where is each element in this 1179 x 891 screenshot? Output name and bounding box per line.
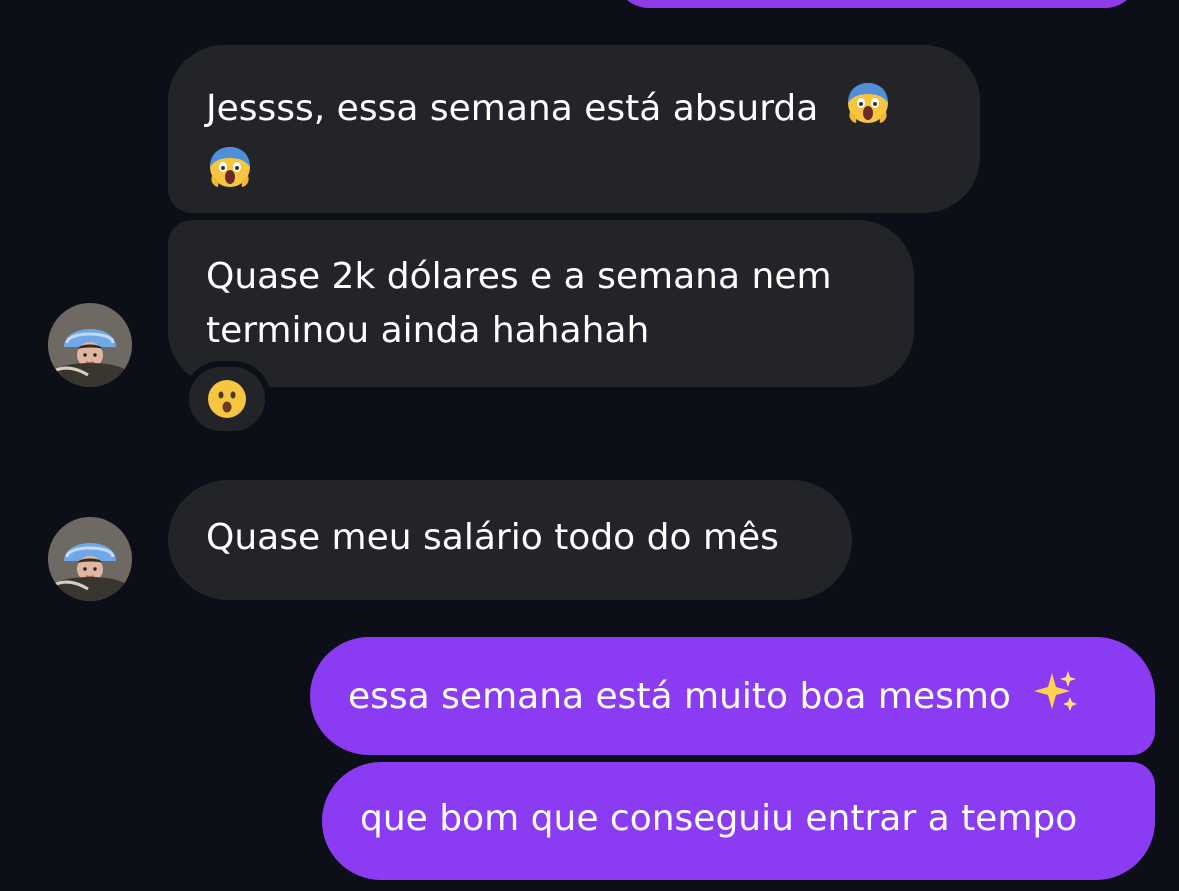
avatar-image-icon: [48, 517, 132, 601]
incoming-message-bubble[interactable]: Quase meu salário todo do mês: [168, 480, 852, 600]
message-emoji-line: [206, 143, 942, 207]
message-text: que bom que conseguiu entrar a tempo: [360, 798, 1078, 839]
incoming-message-bubble[interactable]: Jessss, essa semana está absurda: [168, 45, 980, 213]
scream-emoji-icon: [844, 79, 892, 143]
outgoing-message-bubble[interactable]: que bom que conseguiu entrar a tempo: [322, 762, 1155, 880]
avatar-image-icon: [48, 303, 132, 387]
outgoing-message-bubble-partial[interactable]: [615, 0, 1139, 8]
outgoing-message-bubble[interactable]: essa semana está muito boa mesmo: [310, 637, 1155, 755]
message-text-line: terminou ainda hahahah: [206, 310, 650, 351]
contact-avatar[interactable]: [48, 517, 132, 601]
contact-avatar[interactable]: [48, 303, 132, 387]
message-text: essa semana está muito boa mesmo: [348, 676, 1011, 717]
message-text-line: Quase 2k dólares e a semana nem: [206, 256, 832, 297]
message-text: Jessss, essa semana está absurda: [206, 88, 819, 129]
astonished-face-emoji-icon: [208, 380, 246, 418]
message-reaction[interactable]: [183, 361, 271, 437]
message-text: Quase meu salário todo do mês: [206, 517, 779, 558]
incoming-message-bubble[interactable]: Quase 2k dólares e a semana nem terminou…: [168, 220, 914, 387]
sparkles-emoji-icon: [1032, 667, 1080, 731]
scream-emoji-icon: [206, 143, 254, 207]
chat-thread: Jessss, essa semana está absurda Quase 2…: [0, 0, 1179, 891]
